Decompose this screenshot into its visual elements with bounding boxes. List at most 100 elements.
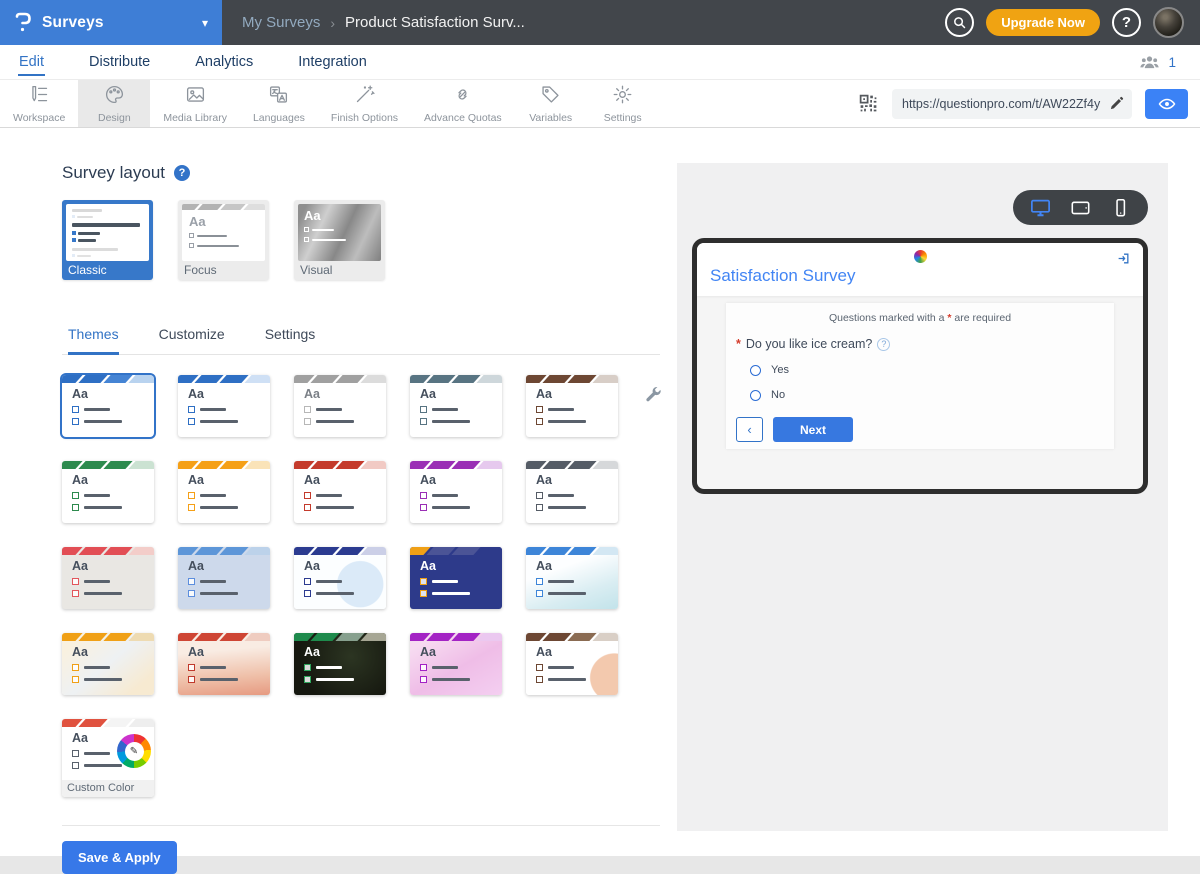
toolbar-label: Workspace xyxy=(13,111,66,124)
theme-demo-row xyxy=(72,503,154,511)
theme-card-cream[interactable]: Aa xyxy=(62,633,154,695)
survey-preview-frame: Satisfaction Survey Questions marked wit… xyxy=(692,238,1148,494)
survey-next-button[interactable]: Next xyxy=(773,417,853,442)
nav-tab-edit[interactable]: Edit xyxy=(18,48,45,76)
theme-card-brown[interactable]: Aa xyxy=(526,375,618,437)
theme-card-orange[interactable]: Aa xyxy=(178,461,270,523)
theme-card-navy-cloud[interactable]: Aa xyxy=(294,547,386,609)
toolbar-settings[interactable]: Settings xyxy=(587,80,659,127)
collaborators[interactable]: 1 xyxy=(1139,53,1176,71)
question-help-icon[interactable]: ? xyxy=(877,337,891,351)
theme-card-blue[interactable]: Aa xyxy=(62,375,154,437)
layout-option-classic[interactable]: Classic xyxy=(62,200,153,280)
help-button[interactable]: ? xyxy=(1112,8,1141,37)
stripe-segment xyxy=(476,547,502,555)
theme-demo-row xyxy=(304,417,386,425)
tab-settings[interactable]: Settings xyxy=(265,326,316,354)
theme-demo-line xyxy=(548,506,586,509)
mobile-preview-icon[interactable] xyxy=(1110,198,1131,217)
theme-card-custom-color[interactable]: Aa ✎ Custom Color xyxy=(62,719,154,797)
survey-back-button[interactable]: ‹ xyxy=(736,417,763,442)
theme-card-powder-blue[interactable]: Aa xyxy=(178,547,270,609)
layout-label-visual: Visual xyxy=(300,263,333,277)
theme-demo-line xyxy=(432,580,458,583)
wrench-icon[interactable] xyxy=(643,385,663,405)
desktop-preview-icon[interactable] xyxy=(1030,198,1051,217)
theme-stripes xyxy=(178,547,270,555)
toolbar-media-library[interactable]: Media Library xyxy=(150,80,240,127)
stripe-segment xyxy=(476,461,502,469)
theme-demo-line xyxy=(432,592,470,595)
theme-stripes xyxy=(410,461,502,469)
variables-icon xyxy=(540,84,561,110)
preview-button[interactable] xyxy=(1145,88,1188,119)
layout-option-focus[interactable]: Aa Focus xyxy=(178,200,269,280)
search-button[interactable] xyxy=(945,8,975,37)
save-apply-button[interactable]: Save & Apply xyxy=(62,841,177,874)
avatar[interactable] xyxy=(1153,7,1184,38)
theme-card-charcoal[interactable]: Aa xyxy=(526,461,618,523)
answer-option-yes[interactable]: Yes xyxy=(750,364,1106,376)
theme-card-crimson-beige[interactable]: Aa xyxy=(62,547,154,609)
survey-url-field[interactable]: https://questionpro.com/t/AW22Zf4y xyxy=(892,88,1132,119)
theme-card-forest-dark[interactable]: Aa xyxy=(294,633,386,695)
theme-checkbox xyxy=(72,405,79,413)
theme-card-orchid[interactable]: Aa xyxy=(410,633,502,695)
stripe-segment xyxy=(128,461,154,469)
radio-yes[interactable] xyxy=(750,364,761,376)
breadcrumb-my-surveys[interactable]: My Surveys xyxy=(242,14,320,31)
theme-card-green[interactable]: Aa xyxy=(62,461,154,523)
theme-card-red[interactable]: Aa xyxy=(294,461,386,523)
theme-sample-text: Aa xyxy=(188,387,204,401)
toolbar-languages[interactable]: Languages xyxy=(240,80,318,127)
theme-checkbox xyxy=(72,417,79,425)
theme-stripes xyxy=(62,719,154,727)
search-icon xyxy=(954,17,966,29)
theme-card-sky[interactable]: Aa xyxy=(526,547,618,609)
layout-option-visual[interactable]: Aa Visual xyxy=(294,200,385,280)
custom-color-wheel-icon[interactable]: ✎ xyxy=(117,734,151,768)
product-switcher[interactable]: Surveys ▾ xyxy=(0,0,222,45)
theme-sample-text: Aa xyxy=(188,645,204,659)
radio-no[interactable] xyxy=(750,389,761,401)
theme-card-slate[interactable]: Aa xyxy=(410,375,502,437)
tab-customize[interactable]: Customize xyxy=(159,326,225,354)
upgrade-now-button[interactable]: Upgrade Now xyxy=(986,9,1100,36)
theme-card-azure[interactable]: Aa xyxy=(178,375,270,437)
tab-themes[interactable]: Themes xyxy=(68,326,119,355)
survey-layout-help-icon[interactable]: ? xyxy=(174,165,190,181)
toolbar-label: Variables xyxy=(529,111,573,124)
tablet-preview-icon[interactable] xyxy=(1070,198,1091,217)
survey-title: Satisfaction Survey xyxy=(710,266,856,285)
theme-demo-line xyxy=(316,592,354,595)
qr-code-button[interactable] xyxy=(858,93,879,114)
exit-survey-icon[interactable] xyxy=(1117,252,1130,265)
theme-demo-line xyxy=(84,506,122,509)
theme-stripes xyxy=(410,633,502,641)
theme-demo-line xyxy=(200,678,238,681)
toolbar-workspace[interactable]: Workspace xyxy=(0,80,78,127)
theme-card-gray[interactable]: Aa xyxy=(294,375,386,437)
toolbar-advance-quotas[interactable]: Advance Quotas xyxy=(411,80,515,127)
theme-card-purple[interactable]: Aa xyxy=(410,461,502,523)
nav-tab-distribute[interactable]: Distribute xyxy=(88,48,151,76)
theme-demo-line xyxy=(316,678,354,681)
toolbar-variables[interactable]: Variables xyxy=(515,80,587,127)
theme-card-blush[interactable]: Aa xyxy=(526,633,618,695)
edit-url-icon[interactable] xyxy=(1109,96,1124,111)
theme-demo-line xyxy=(316,580,342,583)
toolbar-design[interactable]: Design xyxy=(78,80,151,127)
nav-tab-analytics[interactable]: Analytics xyxy=(194,48,254,76)
nav-tab-integration[interactable]: Integration xyxy=(297,48,368,76)
theme-checkbox xyxy=(536,417,543,425)
theme-demo-line xyxy=(84,764,122,767)
theme-card-peach[interactable]: Aa xyxy=(178,633,270,695)
stripe-segment xyxy=(360,633,386,641)
toolbar-finish-options[interactable]: Finish Options xyxy=(318,80,411,127)
stripe-segment xyxy=(360,375,386,383)
theme-checkbox xyxy=(188,675,195,683)
answer-option-no[interactable]: No xyxy=(750,389,1106,401)
theme-demo-line xyxy=(316,494,342,497)
theme-card-navy-bold[interactable]: Aa xyxy=(410,547,502,609)
theme-checkbox xyxy=(420,503,427,511)
